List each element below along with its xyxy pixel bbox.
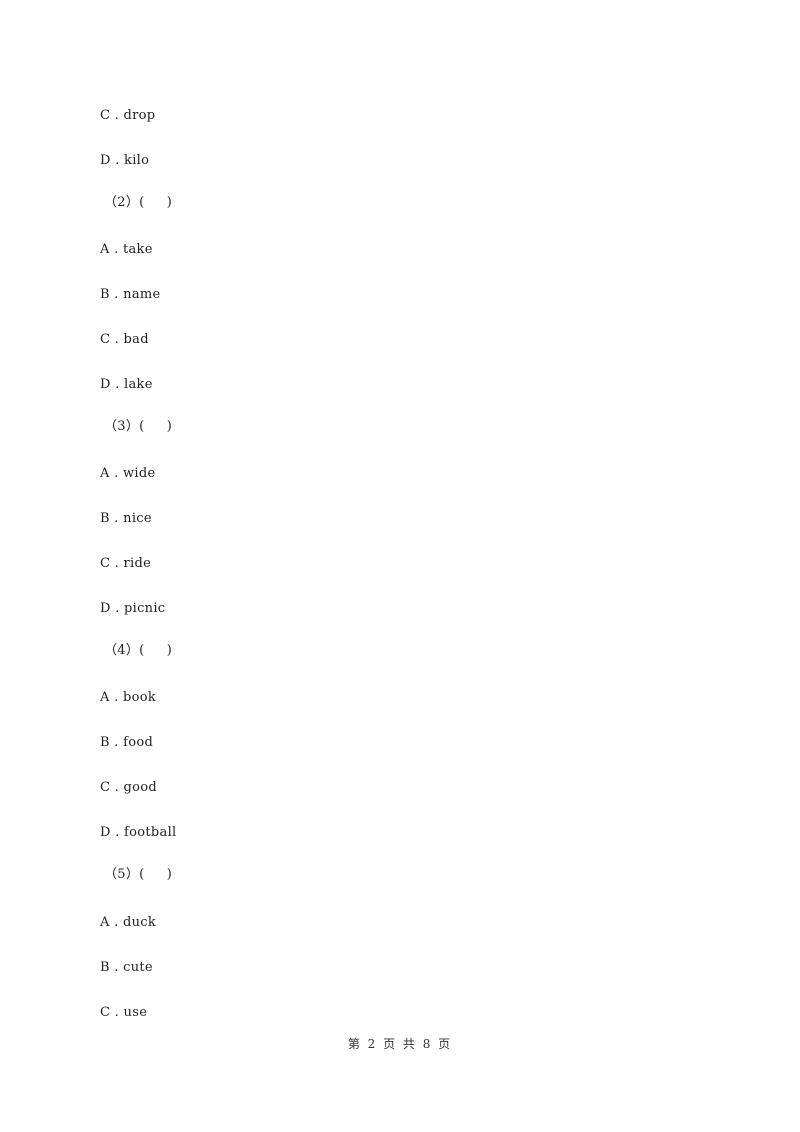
question-5-label: （5）( ) (104, 867, 173, 882)
option-a-take: A . take (100, 242, 153, 257)
option-d-kilo: D . kilo (100, 153, 150, 168)
option-b-food: B . food (100, 735, 154, 750)
option-c-bad: C . bad (100, 332, 149, 347)
option-c-use: C . use (100, 1005, 148, 1020)
question-4-label: （4）( ) (104, 643, 173, 658)
option-c-good: C . good (100, 780, 158, 795)
option-b-cute: B . cute (100, 960, 153, 975)
page-footer: 第 2 页 共 8 页 (347, 1037, 453, 1051)
option-d-football: D . football (100, 825, 177, 840)
option-b-nice: B . nice (100, 511, 152, 526)
option-a-duck: A . duck (100, 915, 157, 930)
option-d-picnic: D . picnic (100, 601, 166, 616)
option-a-book: A . book (100, 690, 157, 705)
question-2-label: （2）( ) (104, 195, 173, 210)
option-b-name: B . name (100, 287, 161, 302)
option-c-drop: C . drop (100, 108, 156, 123)
question-3-label: （3）( ) (104, 419, 173, 434)
option-a-wide: A . wide (100, 466, 156, 481)
option-d-lake: D . lake (100, 377, 153, 392)
option-c-ride: C . ride (100, 556, 152, 571)
